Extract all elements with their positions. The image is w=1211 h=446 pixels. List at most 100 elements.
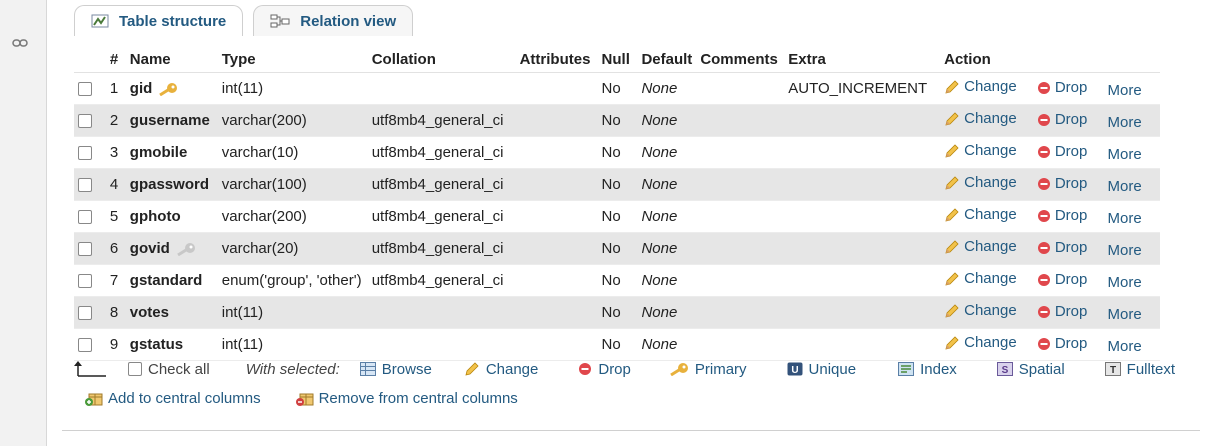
row-checkbox[interactable] — [78, 306, 92, 321]
spatial-icon: S — [996, 362, 1013, 376]
change-link[interactable]: Change — [944, 302, 1017, 319]
more-link[interactable]: More — [1108, 146, 1142, 163]
more-link[interactable]: More — [1108, 274, 1142, 291]
central-columns-actions: Add to central columns Remove from centr… — [84, 390, 518, 407]
drop-link[interactable]: Drop — [1037, 79, 1087, 96]
drop-link[interactable]: Drop — [1037, 143, 1087, 160]
drop-link[interactable]: Drop — [1037, 239, 1087, 256]
table-structure-icon — [91, 14, 109, 28]
more-label: More — [1107, 177, 1142, 195]
table-row: 9 gstatus int(11) No None Change Drop Mo… — [74, 328, 1160, 361]
tab-relation-view[interactable]: Relation view — [253, 5, 414, 36]
more-link[interactable]: More — [1108, 338, 1142, 355]
column-extra — [784, 200, 941, 233]
tab-table-structure[interactable]: Table structure — [74, 5, 244, 36]
svg-text:T: T — [1110, 365, 1116, 376]
column-type: varchar(200) — [217, 104, 368, 137]
bulk-spatial-button[interactable]: S Spatial — [996, 361, 1065, 378]
row-actions: Change Drop More — [940, 104, 1160, 137]
row-checkbox[interactable] — [78, 338, 92, 353]
change-link[interactable]: Change — [944, 174, 1017, 191]
more-link[interactable]: More — [1108, 114, 1142, 131]
drop-link[interactable]: Drop — [1037, 111, 1087, 128]
column-default: None — [637, 72, 697, 105]
drop-icon — [1037, 273, 1050, 286]
row-checkbox[interactable] — [78, 274, 92, 289]
drop-link[interactable]: Drop — [1037, 335, 1088, 353]
row-checkbox[interactable] — [78, 178, 92, 193]
change-link[interactable]: Change — [944, 78, 1017, 95]
column-type: int(11) — [217, 296, 368, 329]
column-attributes — [515, 136, 598, 169]
header-action: Action — [940, 46, 1160, 73]
change-link[interactable]: Change — [944, 334, 1017, 351]
row-number: 8 — [105, 296, 126, 329]
header-checkbox — [74, 46, 106, 73]
change-link[interactable]: Change — [944, 270, 1017, 287]
change-link[interactable]: Change — [944, 238, 1017, 255]
column-name: govid — [129, 240, 170, 257]
column-name: votes — [129, 304, 169, 321]
unique-icon: U — [787, 362, 803, 376]
relation-view-icon — [270, 14, 290, 28]
more-link[interactable]: More — [1108, 82, 1142, 99]
remove-from-central-columns-link[interactable]: Remove from central columns — [295, 390, 518, 407]
check-all-checkbox[interactable] — [128, 362, 142, 376]
column-name: gusername — [129, 112, 210, 129]
table-row: 4 gpassword varchar(100) utf8mb4_general… — [74, 168, 1160, 201]
bulk-change-button[interactable]: Change — [464, 361, 538, 378]
change-label: Change — [964, 110, 1017, 128]
row-checkbox[interactable] — [78, 210, 92, 225]
row-checkbox[interactable] — [78, 146, 92, 161]
bulk-primary-button[interactable]: Primary — [669, 361, 747, 378]
bulk-browse-button[interactable]: Browse — [359, 361, 432, 378]
drop-link[interactable]: Drop — [1037, 175, 1087, 192]
check-all[interactable]: Check all — [128, 361, 210, 378]
column-extra — [784, 136, 941, 169]
add-to-central-columns-link[interactable]: Add to central columns — [84, 390, 261, 407]
more-label: More — [1107, 305, 1142, 323]
navigation-sidebar — [0, 0, 47, 446]
change-link[interactable]: Change — [944, 110, 1017, 127]
more-link[interactable]: More — [1108, 178, 1142, 195]
change-link[interactable]: Change — [944, 206, 1017, 223]
column-null: No — [597, 328, 638, 361]
more-link[interactable]: More — [1108, 306, 1142, 323]
more-label: More — [1107, 81, 1142, 99]
more-link[interactable]: More — [1108, 242, 1142, 259]
header-null: Null — [597, 46, 638, 73]
more-link[interactable]: More — [1108, 210, 1142, 227]
bulk-fulltext-button[interactable]: T Fulltext — [1104, 361, 1175, 378]
drop-label: Drop — [1054, 335, 1088, 353]
column-name-cell: govid — [125, 232, 218, 265]
bulk-drop-button[interactable]: Drop — [578, 361, 631, 378]
row-checkbox[interactable] — [78, 242, 92, 257]
bulk-index-button[interactable]: Index — [898, 361, 957, 378]
header-default: Default — [637, 46, 697, 73]
column-type: varchar(100) — [217, 168, 368, 201]
drop-link[interactable]: Drop — [1037, 271, 1087, 288]
column-collation: utf8mb4_general_ci — [367, 136, 516, 169]
pencil-icon — [945, 272, 959, 286]
column-extra — [784, 168, 941, 201]
column-name-cell: gmobile — [125, 136, 218, 169]
svg-text:U: U — [791, 365, 798, 376]
link-icon[interactable] — [12, 38, 28, 48]
column-null: No — [597, 104, 638, 137]
column-comments — [696, 328, 785, 361]
table-row: 8 votes int(11) No None Change Drop More — [74, 296, 1160, 329]
unique-label: Unique — [808, 360, 857, 378]
column-name-cell: votes — [125, 296, 218, 329]
row-checkbox[interactable] — [78, 114, 92, 129]
unique-key-icon — [177, 243, 195, 257]
change-link[interactable]: Change — [944, 142, 1017, 159]
table-row: 6 govid varchar(20) utf8mb4_general_ci N… — [74, 232, 1160, 265]
row-actions: Change Drop More — [940, 232, 1160, 265]
drop-icon — [1037, 113, 1050, 126]
table-row: 5 gphoto varchar(200) utf8mb4_general_ci… — [74, 200, 1160, 233]
row-checkbox[interactable] — [78, 82, 92, 97]
column-default: None — [637, 328, 697, 361]
drop-link[interactable]: Drop — [1037, 207, 1087, 224]
bulk-unique-button[interactable]: U Unique — [787, 360, 857, 378]
drop-link[interactable]: Drop — [1037, 303, 1087, 320]
